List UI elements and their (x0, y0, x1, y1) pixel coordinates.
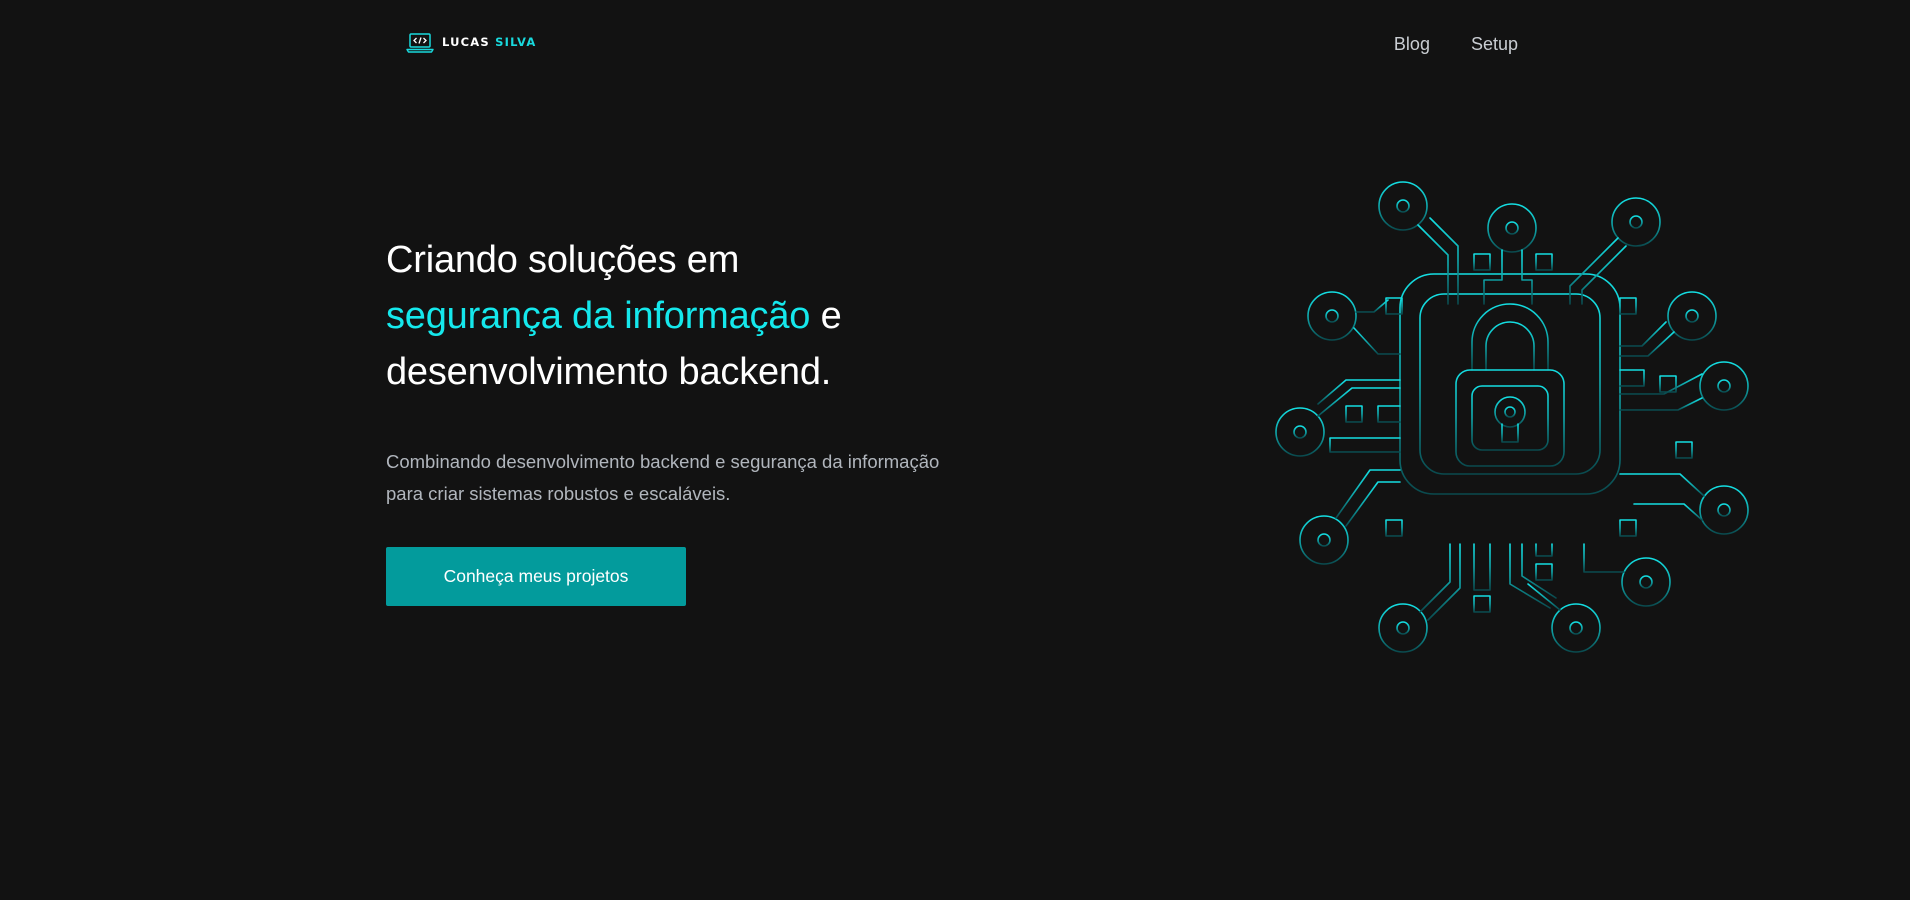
circuit-lock-icon (1275, 181, 1749, 653)
logo-link[interactable]: LUCAS SILVA (406, 32, 536, 54)
logo-first-name: LUCAS (442, 35, 490, 50)
hero-subtitle-line1: Combinando desenvolvimento backend e seg… (386, 451, 940, 472)
nav-link-blog[interactable]: Blog (1394, 34, 1430, 56)
hero-title-line1: Criando soluções em (386, 239, 740, 281)
hero-subtitle: Combinando desenvolvimento backend e seg… (386, 446, 1006, 510)
logo-last-name: SILVA (495, 35, 537, 50)
hero-title: Criando soluções em segurança da informa… (386, 232, 1006, 400)
hero-title-after-highlight: e (810, 295, 842, 337)
laptop-code-icon (406, 33, 434, 53)
nav-link-setup[interactable]: Setup (1471, 34, 1518, 56)
hero-title-highlight: segurança da informação (386, 295, 811, 337)
main-nav: Blog Setup (1394, 34, 1518, 56)
page: LUCAS SILVA Blog Setup Criando soluções … (0, 0, 1910, 900)
hero-section: Criando soluções em segurança da informa… (386, 232, 1006, 606)
logo-text: LUCAS SILVA (442, 37, 536, 49)
hero-subtitle-line2: para criar sistemas robustos e escalávei… (386, 483, 731, 504)
hero-title-line3: desenvolvimento backend. (386, 351, 832, 393)
projects-cta-button[interactable]: Conheça meus projetos (386, 547, 686, 606)
site-header: LUCAS SILVA Blog Setup (0, 0, 1910, 92)
